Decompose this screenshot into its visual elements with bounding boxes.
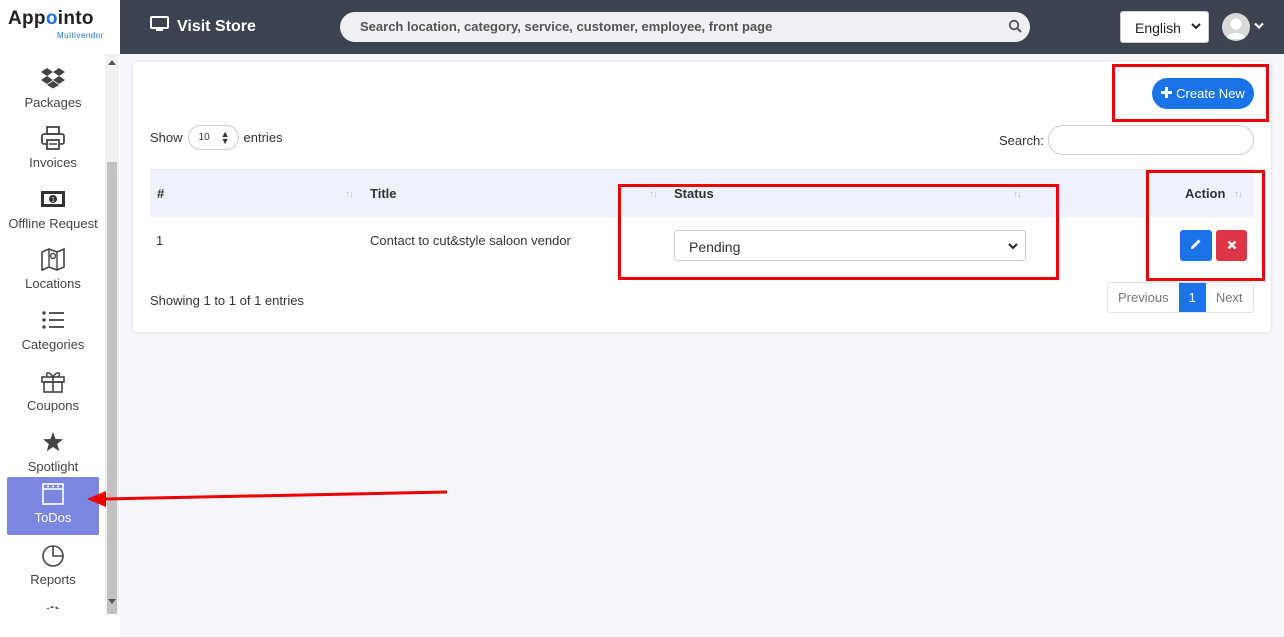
annotation-arrow (87, 490, 448, 507)
